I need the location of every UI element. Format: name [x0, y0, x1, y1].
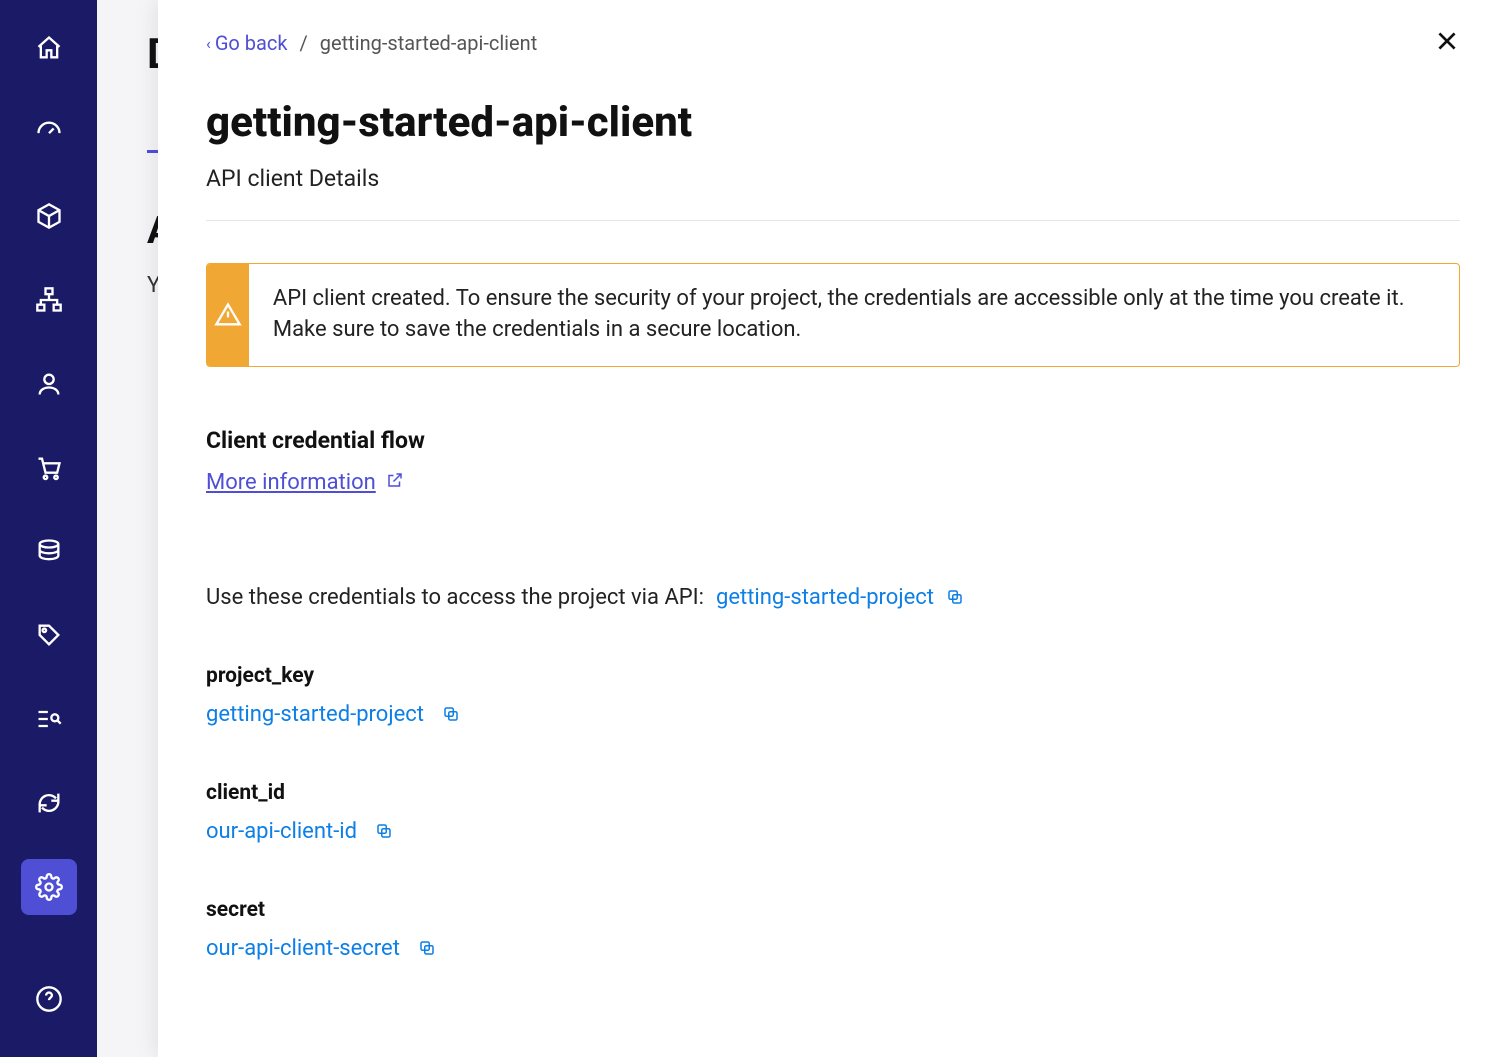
credential-label: secret [206, 898, 1460, 922]
cart-icon[interactable] [21, 440, 77, 496]
credential-label: client_id [206, 781, 1460, 805]
warning-icon [207, 264, 249, 366]
home-icon[interactable] [21, 20, 77, 76]
go-back-label: Go back [215, 31, 288, 55]
help-icon[interactable] [21, 971, 77, 1027]
breadcrumb-current: getting-started-api-client [320, 31, 537, 55]
breadcrumb: ‹ Go back / getting-started-api-client [206, 31, 537, 55]
user-icon[interactable] [21, 356, 77, 412]
copy-secret-button[interactable] [418, 939, 436, 957]
credential-label: project_key [206, 664, 1460, 688]
cube-icon[interactable] [21, 188, 77, 244]
credential-client-id: client_id our-api-client-id [206, 781, 1460, 844]
page-title: getting-started-api-client [206, 98, 1460, 147]
copy-client-id-button[interactable] [375, 822, 393, 840]
sidebar [0, 0, 97, 1057]
credentials-intro-text: Use these credentials to access the proj… [206, 585, 704, 610]
page-subtitle: API client Details [206, 165, 1460, 192]
credential-project-key: project_key getting-started-project [206, 664, 1460, 727]
chevron-left-icon: ‹ [206, 34, 211, 53]
external-link-icon [386, 471, 404, 493]
dashboard-icon[interactable] [21, 104, 77, 160]
settings-icon[interactable] [21, 859, 77, 915]
breadcrumb-separator: / [300, 31, 308, 55]
list-search-icon[interactable] [21, 691, 77, 747]
close-button[interactable] [1434, 28, 1460, 58]
copy-project-key-button[interactable] [442, 705, 460, 723]
refresh-icon[interactable] [21, 775, 77, 831]
more-information-link[interactable]: More information [206, 470, 376, 495]
flow-title: Client credential flow [206, 427, 1460, 454]
close-icon [1434, 28, 1460, 54]
project-link[interactable]: getting-started-project [716, 585, 934, 610]
detail-panel: ‹ Go back / getting-started-api-client g… [158, 0, 1508, 1057]
credential-value: our-api-client-secret [206, 936, 400, 961]
credential-value: our-api-client-id [206, 819, 357, 844]
sitemap-icon[interactable] [21, 272, 77, 328]
coins-icon[interactable] [21, 524, 77, 580]
go-back-link[interactable]: ‹ Go back [206, 31, 288, 55]
warning-alert: API client created. To ensure the securi… [206, 263, 1460, 367]
warning-text: API client created. To ensure the securi… [249, 264, 1459, 366]
copy-project-button[interactable] [946, 588, 964, 606]
credential-value: getting-started-project [206, 702, 424, 727]
credential-secret: secret our-api-client-secret [206, 898, 1460, 961]
divider [206, 220, 1460, 221]
tag-icon[interactable] [21, 607, 77, 663]
